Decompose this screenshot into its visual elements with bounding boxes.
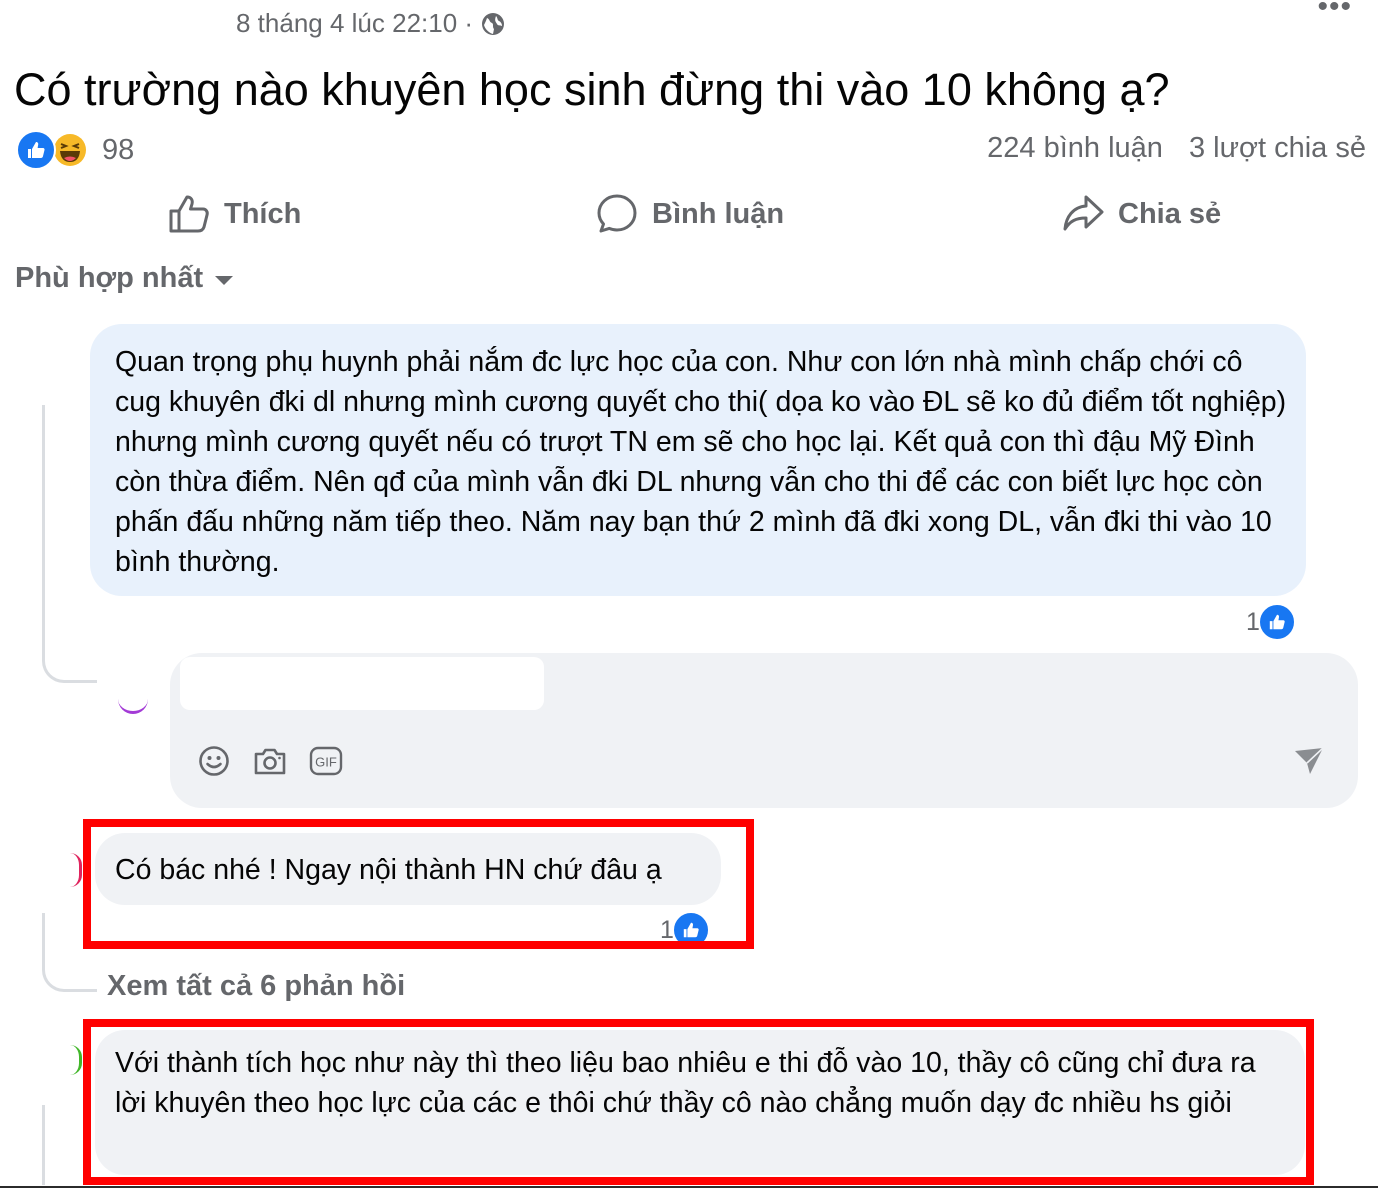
post-meta: 8 tháng 4 lúc 22:10 · [236, 8, 505, 39]
reactions-summary[interactable]: 98 [16, 130, 134, 170]
see-all-replies-link[interactable]: Xem tất cả 6 phản hồi [107, 970, 405, 1003]
like-reaction-icon [1257, 603, 1296, 641]
camera-icon[interactable] [253, 744, 287, 778]
post-time[interactable]: 8 tháng 4 lúc 22:10 · [236, 8, 473, 39]
more-options-icon[interactable]: ••• [1317, 0, 1352, 24]
caret-down-icon [215, 276, 234, 285]
reaction-count: 98 [102, 133, 135, 166]
avatar[interactable] [70, 1045, 82, 1075]
sort-label: Phù hợp nhất [15, 262, 204, 294]
thread-line [42, 405, 97, 683]
comment-count[interactable]: 224 bình luận [987, 132, 1163, 165]
comment-button-label: Bình luận [652, 197, 785, 230]
highlight-annotation-box [83, 1019, 1314, 1185]
share-button-label: Chia sẻ [1118, 197, 1222, 230]
comment-button[interactable]: Bình luận [596, 190, 784, 238]
gif-icon[interactable]: GIF [309, 744, 343, 778]
haha-reaction-icon [50, 130, 90, 170]
like-button[interactable]: Thích [168, 190, 301, 238]
comment-bubble-icon [597, 194, 637, 233]
highlight-annotation-box [83, 819, 754, 949]
divider [0, 1186, 1378, 1188]
avatar[interactable] [70, 853, 82, 887]
post-stats: 224 bình luận 3 lượt chia sẻ [987, 132, 1366, 165]
globe-icon [482, 12, 505, 35]
avatar[interactable] [118, 690, 148, 714]
thumbs-up-icon [169, 195, 209, 233]
comment-like-count[interactable]: 1 [1246, 603, 1296, 641]
share-button[interactable]: Chia sẻ [1062, 190, 1221, 238]
comment-sort-dropdown[interactable]: Phù hợp nhất [15, 262, 234, 295]
comment-text: Quan trọng phụ huynh phải nắm đc lực học… [115, 346, 1287, 578]
like-reaction-icon [16, 130, 56, 170]
emoji-icon[interactable] [197, 744, 231, 778]
like-button-label: Thích [224, 197, 302, 230]
post-title: Có trường nào khuyên học sinh đừng thi v… [14, 64, 1170, 115]
share-count[interactable]: 3 lượt chia sẻ [1189, 132, 1366, 165]
share-arrow-icon [1063, 195, 1104, 231]
reply-input[interactable] [180, 657, 544, 710]
gif-label: GIF [315, 755, 337, 770]
thread-line [42, 1105, 45, 1185]
send-icon[interactable] [1292, 744, 1326, 778]
